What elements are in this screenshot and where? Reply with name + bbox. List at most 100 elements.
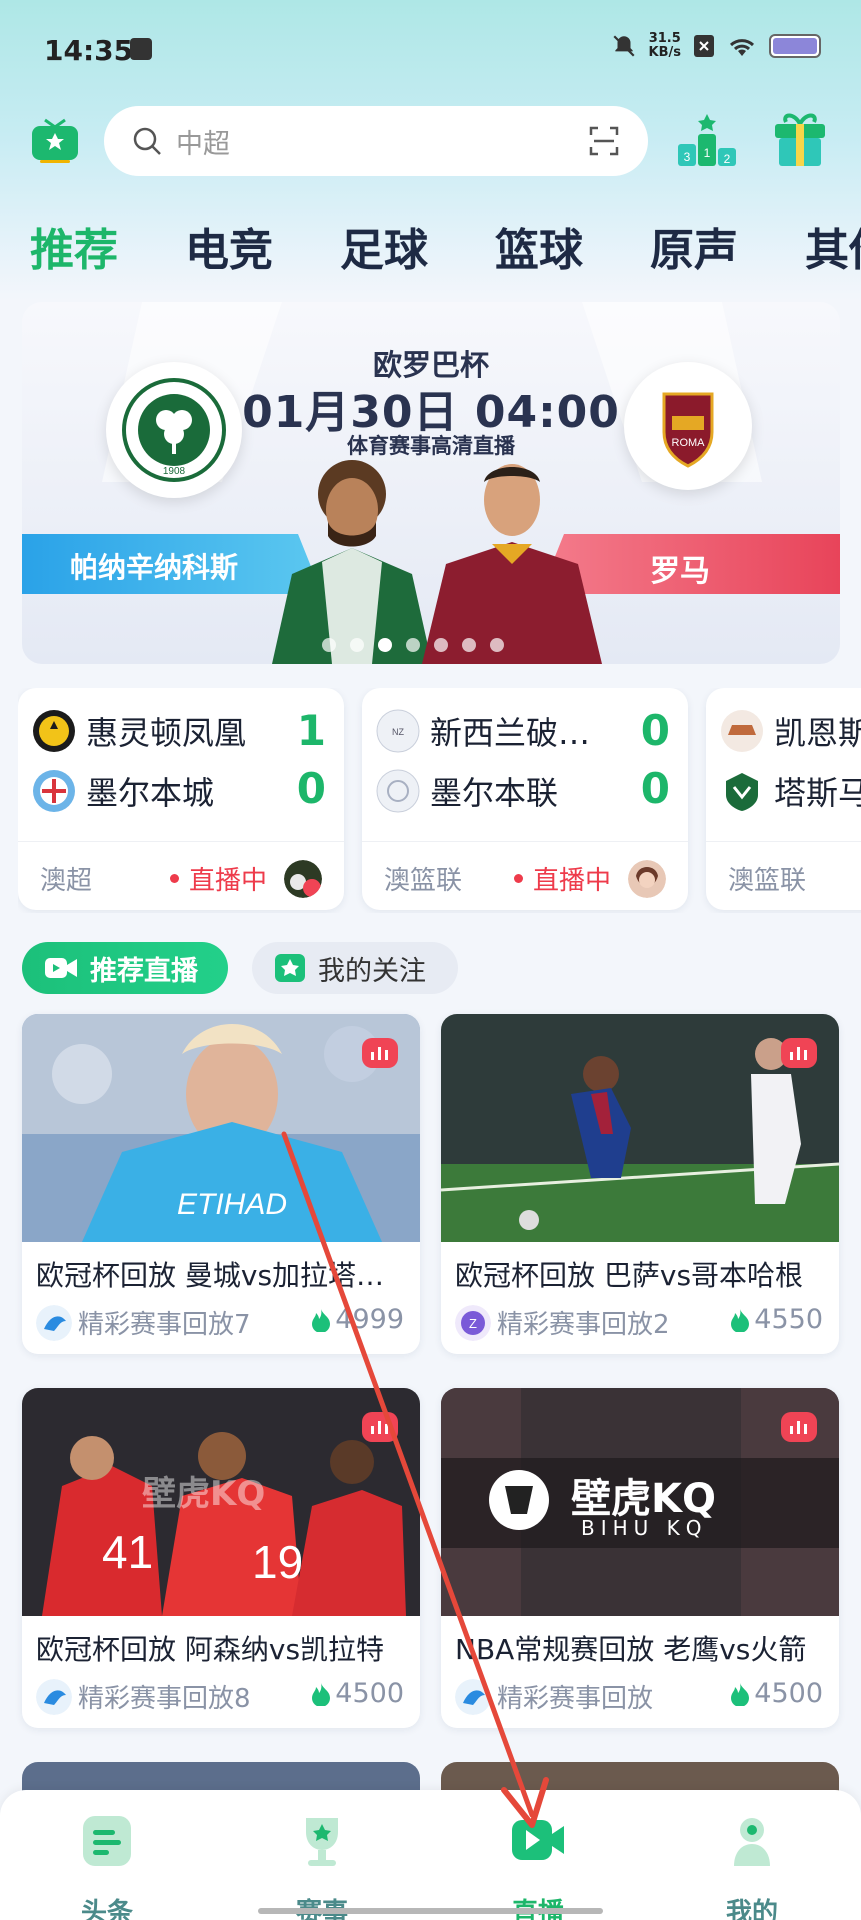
tab-recommended-live-label: 推荐直播 [90, 955, 198, 987]
video-thumbnail [441, 1014, 839, 1242]
nav-live[interactable]: 直播 [478, 1810, 598, 1920]
video-card[interactable]: 41 19 壁虎KQ 欧冠杯回放 阿森纳vs凯拉特 精彩赛事回放8 4500 [22, 1388, 420, 1728]
match-home-score: 0 [640, 706, 670, 755]
svg-text:2: 2 [724, 152, 731, 166]
featured-match-banner[interactable]: 欧罗巴杯 01月30日 04:00 体育赛事高清直播 1908 ROMA 帕纳辛… [22, 302, 840, 664]
match-away-score: 0 [640, 764, 670, 813]
match-home-team: 惠灵顿凤凰 [32, 708, 272, 754]
tab-original-audio[interactable]: 原声 [650, 214, 805, 278]
tab-recommended-live[interactable]: 推荐直播 [22, 942, 228, 994]
match-live-status: 直播中 [514, 860, 611, 897]
match-live-status: 直播中 [170, 860, 267, 897]
nav-headlines[interactable]: 头条 [47, 1810, 167, 1920]
streamer-avatar[interactable] [628, 860, 666, 898]
video-channel[interactable]: 精彩赛事回放7 [36, 1304, 251, 1341]
fire-icon [731, 1308, 750, 1332]
video-channel-name: 精彩赛事回放2 [497, 1310, 670, 1340]
match-away-name: 墨尔本联 [430, 774, 559, 812]
match-league: 澳超 [40, 866, 93, 896]
tab-basketball[interactable]: 篮球 [495, 214, 650, 278]
video-channel[interactable]: Z 精彩赛事回放2 [455, 1304, 670, 1341]
search-icon [133, 127, 161, 155]
match-card[interactable]: NZ 新西兰破… 0 墨尔本联 0 澳篮联 直播中 [362, 688, 688, 910]
live-signal-icon [362, 1038, 398, 1068]
banner-dot[interactable] [462, 638, 476, 652]
match-away-score: 0 [296, 764, 326, 813]
match-home-name: 惠灵顿凤凰 [86, 714, 247, 752]
video-thumbnail: ETIHAD [22, 1014, 420, 1242]
channel-avatar-icon: Z [455, 1304, 491, 1341]
away-crest-name: ROMA [672, 437, 706, 449]
team-logo-icon [721, 710, 763, 752]
banner-dot[interactable] [350, 638, 364, 652]
banner-dot[interactable] [490, 638, 504, 652]
banner-pagination [322, 638, 504, 652]
home-indicator [258, 1908, 603, 1914]
tab-esports[interactable]: 电竞 [185, 214, 340, 278]
channel-avatar-icon [36, 1304, 72, 1341]
match-home-name: 新西兰破… [430, 714, 591, 752]
banner-dot[interactable] [406, 638, 420, 652]
network-speed: 31.5 KB/s [649, 32, 681, 60]
video-card[interactable]: 欧冠杯回放 巴萨vs哥本哈根 Z 精彩赛事回放2 4550 [441, 1014, 839, 1354]
match-away-team: 塔斯马 [720, 768, 861, 814]
watermark-brand: 壁虎KQ [142, 1474, 266, 1514]
svg-text:41: 41 [102, 1526, 153, 1578]
match-home-team: 凯恩斯 [720, 708, 861, 754]
wifi-icon [729, 39, 755, 56]
tab-recommended[interactable]: 推荐 [30, 214, 185, 278]
tab-my-following-label: 我的关注 [318, 955, 426, 987]
video-heat-value: 4500 [754, 1678, 823, 1709]
team-logo-icon [33, 770, 75, 812]
live-signal-icon [781, 1038, 817, 1068]
video-heat: 4550 [730, 1304, 823, 1335]
banner-dot[interactable] [322, 638, 336, 652]
status-bar: 14:35 31.5 KB/s [0, 0, 861, 100]
video-channel[interactable]: 精彩赛事回放8 [36, 1678, 251, 1715]
match-home-name: 凯恩斯 [774, 714, 861, 752]
search-bar[interactable]: 中超 [104, 106, 648, 176]
video-card[interactable]: 壁虎KQ BIHU KQ NBA常规赛回放 老鹰vs火箭 精彩赛事回放 4500 [441, 1388, 839, 1728]
nav-profile[interactable]: 我的 [692, 1810, 812, 1920]
mute-bell-icon [613, 35, 635, 57]
match-card[interactable]: 惠灵顿凤凰 1 墨尔本城 0 澳超 直播中 [18, 688, 344, 910]
team-logo-icon [33, 710, 75, 752]
banner-dot-active[interactable] [378, 638, 392, 652]
watermark-brand-sub: BIHU KQ [581, 1516, 708, 1540]
video-title: 欧冠杯回放 阿森纳vs凯拉特 [36, 1633, 385, 1666]
tab-football[interactable]: 足球 [340, 214, 495, 278]
svg-text:NZ: NZ [392, 727, 404, 737]
network-speed-value: 31.5 [648, 31, 681, 46]
match-card[interactable]: 凯恩斯 塔斯马 澳篮联 [706, 688, 861, 910]
nav-events[interactable]: 赛事 [262, 1810, 382, 1920]
video-heat: 4500 [730, 1678, 823, 1709]
gift-icon[interactable] [772, 110, 828, 168]
video-channel-name: 精彩赛事回放7 [78, 1310, 251, 1340]
trophy-icon [306, 1818, 338, 1866]
nav-events-label: 赛事 [262, 1892, 382, 1920]
banner-dot[interactable] [434, 638, 448, 652]
ranking-icon[interactable]: 3 1 2 [676, 112, 738, 168]
star-icon [275, 954, 305, 982]
team-logo-icon [376, 769, 420, 813]
tab-other[interactable]: 其他 [805, 214, 861, 278]
tab-my-following[interactable]: 我的关注 [252, 942, 458, 994]
search-placeholder: 中超 [176, 128, 230, 160]
video-heat-value: 4999 [335, 1304, 404, 1335]
team-logo-icon: NZ [376, 709, 420, 753]
svg-text:Z: Z [469, 1316, 477, 1331]
tv-logo-icon[interactable] [30, 118, 80, 164]
fire-icon [312, 1682, 331, 1706]
sim-off-icon [694, 35, 714, 57]
channel-avatar-icon [36, 1678, 72, 1715]
home-player-image [272, 460, 432, 664]
video-channel[interactable]: 精彩赛事回放 [455, 1678, 653, 1715]
video-card[interactable]: ETIHAD 欧冠杯回放 曼城vs加拉塔… 精彩赛事回放7 4999 [22, 1014, 420, 1354]
svg-text:ETIHAD: ETIHAD [177, 1188, 287, 1221]
video-title: NBA常规赛回放 老鹰vs火箭 [455, 1633, 807, 1666]
scan-icon[interactable] [588, 125, 620, 157]
svg-text:1: 1 [704, 146, 711, 160]
bottom-navigation: 头条 赛事 直播 我的 [0, 1790, 861, 1920]
streamer-avatar[interactable] [284, 860, 322, 898]
category-tabs: 推荐 电竞 足球 篮球 原声 其他 [30, 214, 861, 278]
